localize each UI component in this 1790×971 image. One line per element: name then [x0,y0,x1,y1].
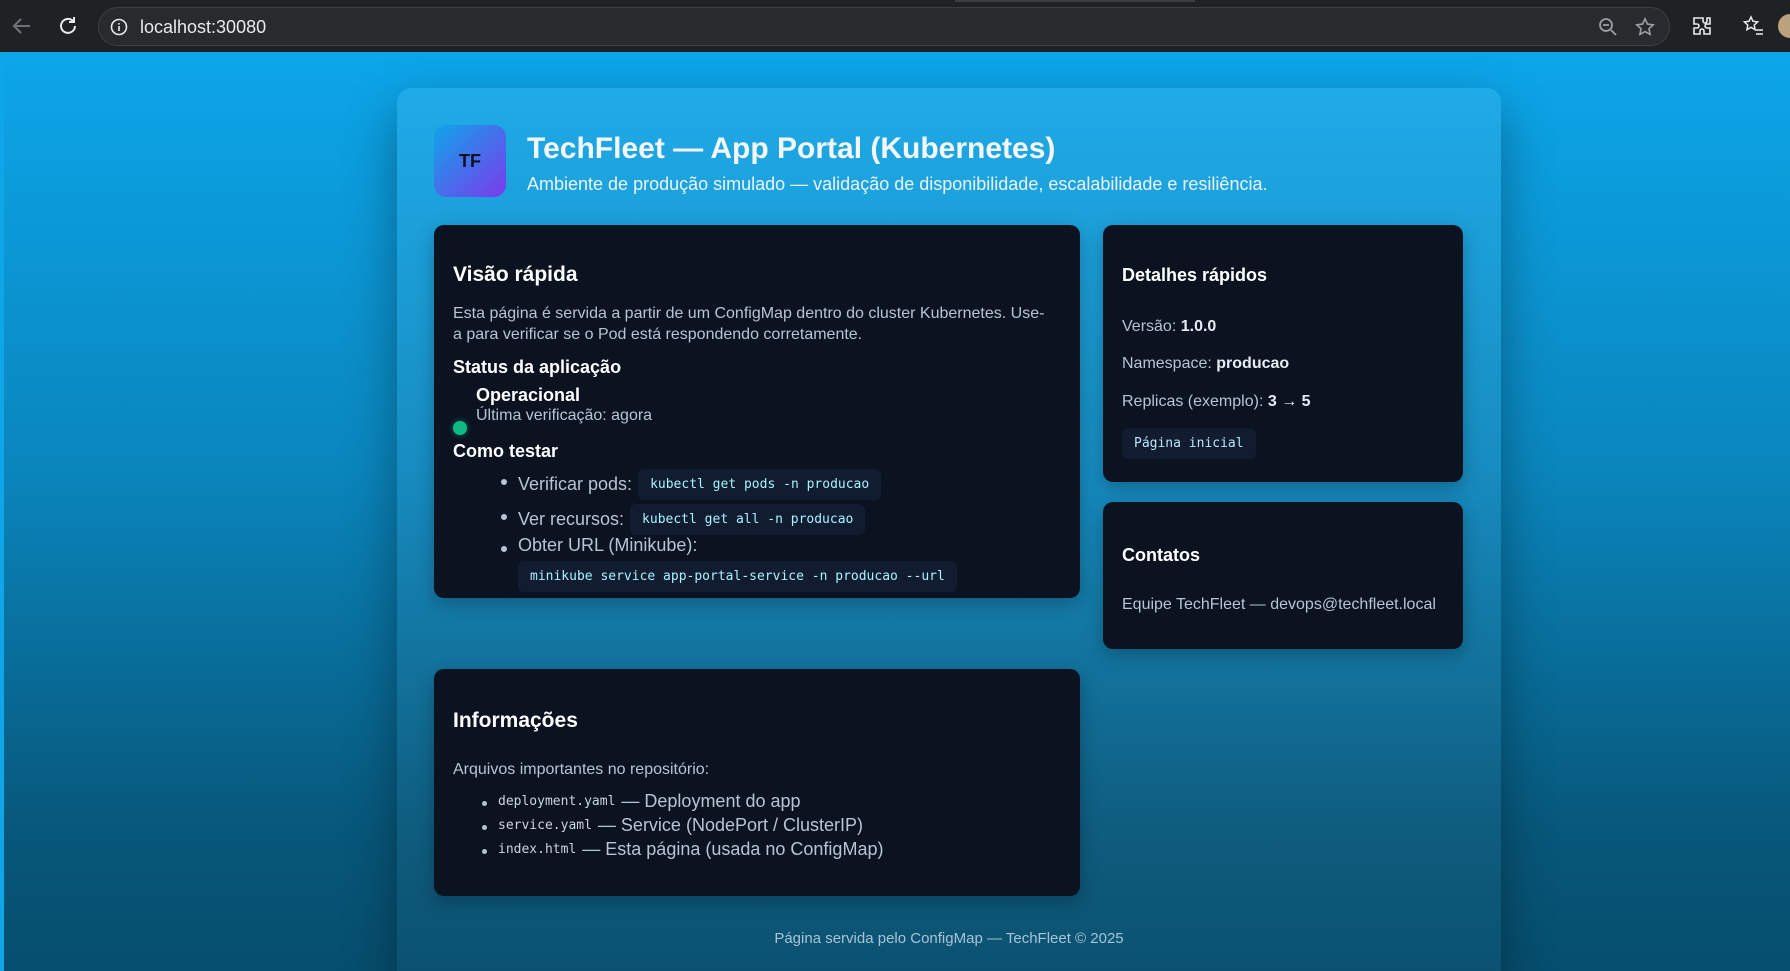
home-link[interactable]: Página inicial [1122,428,1256,459]
test-label: Verificar pods: [518,474,633,494]
bullet [482,825,487,830]
test-item: Obter URL (Minikube): [518,535,697,556]
file-name: deployment.yaml [498,794,616,809]
logo: TF [434,125,506,197]
test-label: Ver recursos: [518,509,625,529]
version-value: 1.0.0 [1180,318,1217,335]
back-arrow-icon [12,18,30,34]
info-card: Informações Arquivos importantes no repo… [434,669,1080,896]
back-button[interactable] [8,12,36,40]
contacts-heading: Contatos [1122,545,1200,565]
site-info-icon[interactable] [109,17,129,37]
replicas-row: Replicas (exemplo): 3 → 5 [1122,391,1311,412]
page-viewport: TF TechFleet — App Portal (Kubernetes) A… [4,52,1790,971]
test-item-command: minikube service app-portal-service -n p… [518,561,957,592]
file-item: service.yaml — Service (NodePort / Clust… [498,815,863,836]
test-item: Ver recursos: kubectl get all -n produca… [518,504,866,535]
info-intro: Arquivos importantes no repositório: [453,761,710,778]
footer-text: Página servida pelo ConfigMap — TechFlee… [774,930,1124,947]
replicas-value: 3 → 5 [1267,393,1311,410]
reload-button[interactable] [54,12,82,40]
file-item: index.html — Esta página (usada no Confi… [498,839,883,860]
page-title: TechFleet — App Portal (Kubernetes) [527,132,1056,165]
bullet [501,514,507,520]
version-row: Versão: 1.0.0 [1122,316,1216,337]
test-label: Obter URL (Minikube): [518,535,698,555]
test-heading: Como testar [453,441,559,461]
file-item: deployment.yaml — Deployment do app [498,791,801,812]
status-label: Operacional [476,385,581,405]
file-name: service.yaml [498,818,592,833]
zoom-icon[interactable] [1597,16,1619,38]
command-code: kubectl get pods -n producao [638,469,882,500]
contacts-card: Contatos Equipe TechFleet — devops@techf… [1103,502,1463,649]
tab-strip-edge [955,0,1195,2]
overview-description: Esta página é servida a partir de um Con… [453,305,1045,343]
command-code: kubectl get all -n producao [630,504,866,535]
bullet [501,546,507,552]
file-desc: — Esta página (usada no ConfigMap) [582,839,884,859]
status-heading: Status da aplicação [453,357,622,377]
last-check: Última verificação: agora [476,407,653,424]
status-indicator [453,421,467,435]
favorites-icon[interactable] [1741,14,1765,38]
file-desc: — Deployment do app [621,791,801,811]
overview-card: Visão rápida Esta página é servida a par… [434,225,1080,598]
file-name: index.html [498,842,577,857]
logo-text: TF [459,150,481,171]
profile-avatar[interactable] [1778,14,1790,38]
namespace-value: producao [1216,355,1290,372]
details-card: Detalhes rápidos Versão: 1.0.0 Namespace… [1103,225,1463,482]
bullet [482,849,487,854]
bookmark-star-icon[interactable] [1634,16,1656,38]
reload-icon [60,17,76,34]
version-label: Versão: [1122,318,1177,335]
url-text: localhost:30080 [140,17,267,37]
extensions-icon[interactable] [1690,14,1714,38]
file-desc: — Service (NodePort / ClusterIP) [597,815,863,835]
contacts-text: Equipe TechFleet — devops@techfleet.loca… [1122,596,1436,613]
bullet [501,479,507,485]
details-heading: Detalhes rápidos [1122,265,1268,285]
namespace-label: Namespace: [1122,355,1212,372]
namespace-row: Namespace: producao [1122,353,1289,374]
bullet [482,801,487,806]
test-item: Verificar pods: kubectl get pods -n prod… [518,469,882,500]
overview-heading: Visão rápida [453,263,578,286]
browser-toolbar: localhost:30080 [0,0,1790,52]
address-bar[interactable]: localhost:30080 [98,7,1670,46]
command-code: minikube service app-portal-service -n p… [518,561,957,592]
page-subtitle: Ambiente de produção simulado — validaçã… [527,174,1268,194]
portal-container: TF TechFleet — App Portal (Kubernetes) A… [397,88,1501,971]
replicas-label: Replicas (exemplo): [1122,393,1264,410]
info-heading: Informações [453,709,578,732]
